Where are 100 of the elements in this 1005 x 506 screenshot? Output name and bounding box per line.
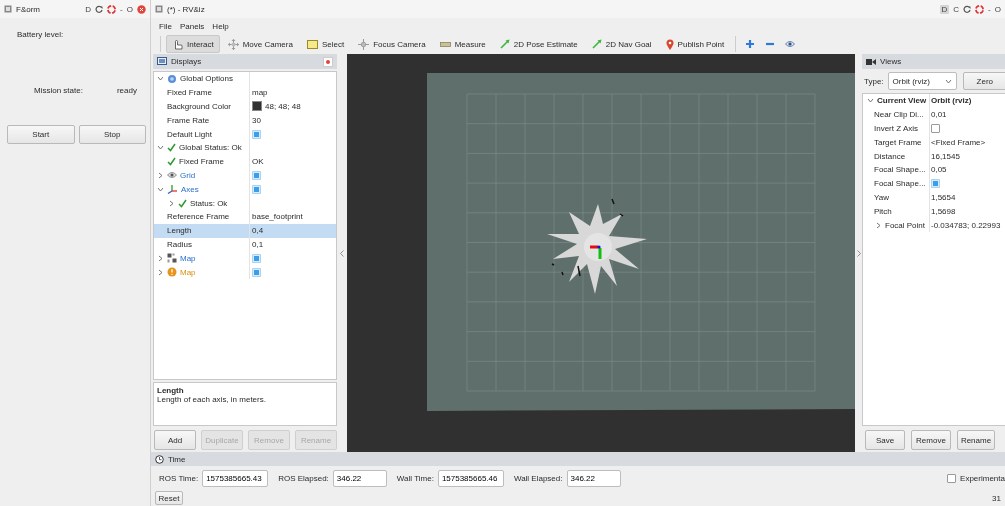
- time-field[interactable]: 346.22: [332, 469, 387, 487]
- tree-value: 30: [252, 115, 261, 125]
- check-icon: [178, 198, 187, 208]
- map-pin-icon: [665, 38, 674, 50]
- tree-row[interactable]: Status: Ok: [154, 196, 336, 210]
- tree-row[interactable]: Yaw 1,5654: [863, 190, 1005, 205]
- tree-row[interactable]: Global Status: Ok: [154, 141, 336, 155]
- tree-row[interactable]: Background Color 48; 48; 48: [154, 99, 336, 114]
- chevron-right-icon[interactable]: [874, 221, 882, 229]
- menu-item[interactable]: Panels: [179, 21, 205, 31]
- menu-item[interactable]: Help: [212, 21, 229, 31]
- tree-row[interactable]: Grid: [154, 168, 336, 183]
- chevron-down-icon[interactable]: [156, 144, 164, 152]
- color-swatch[interactable]: [252, 101, 262, 112]
- window-control[interactable]: D: [85, 4, 92, 14]
- checkbox[interactable]: [252, 184, 261, 194]
- tool-button[interactable]: Publish Point: [659, 35, 731, 53]
- tree-row[interactable]: Invert Z Axis: [863, 121, 1005, 136]
- chevron-down-icon[interactable]: [156, 75, 164, 83]
- window-control[interactable]: O: [994, 4, 1001, 14]
- tree-row[interactable]: Axes: [154, 182, 336, 197]
- tree-label: Map: [180, 253, 196, 263]
- tree-label: Near Clip Di...: [874, 110, 924, 120]
- window-control[interactable]: -: [988, 4, 991, 14]
- tree-row[interactable]: Current View Orbit (rviz): [863, 94, 1005, 108]
- checkbox[interactable]: [931, 179, 940, 189]
- checkbox[interactable]: [931, 124, 940, 133]
- tree-row[interactable]: Focal Point -0.034783; 0.22993: [863, 218, 1005, 232]
- chevron-left-icon[interactable]: [340, 249, 344, 257]
- panel-button[interactable]: Remove: [911, 430, 951, 450]
- hand-pointer-icon: [172, 38, 183, 50]
- axes-icon: [167, 184, 178, 195]
- time-field[interactable]: 1575385665.43: [202, 469, 269, 487]
- refresh-icon[interactable]: [95, 5, 104, 13]
- panel-button[interactable]: Save: [865, 430, 905, 450]
- tree-row[interactable]: Distance 16,1545: [863, 149, 1005, 163]
- time-field[interactable]: 346.22: [566, 469, 621, 487]
- tool-button[interactable]: Focus Camera: [352, 35, 432, 53]
- panel-button[interactable]: Rename: [957, 430, 995, 450]
- tool-button[interactable]: 2D Pose Estimate: [493, 35, 584, 53]
- start-button[interactable]: Start: [7, 125, 75, 144]
- time-field[interactable]: 1575385665.46: [437, 469, 504, 487]
- tree-label: Fixed Frame: [179, 157, 224, 167]
- chevron-down-icon[interactable]: [156, 185, 164, 193]
- window-control[interactable]: -: [120, 4, 123, 14]
- tree-row[interactable]: Focal Shape... 0,05: [863, 163, 1005, 177]
- tree-row[interactable]: Map: [154, 251, 336, 266]
- checkbox[interactable]: [252, 253, 261, 263]
- tree-label: Fixed Frame: [167, 88, 212, 98]
- checkbox[interactable]: [252, 267, 261, 277]
- checkbox[interactable]: [947, 473, 957, 483]
- chevron-right-icon[interactable]: [167, 199, 175, 207]
- tool-button[interactable]: Select: [300, 35, 351, 53]
- tool-button[interactable]: Interact: [166, 35, 220, 53]
- window-title: F&orm: [16, 4, 40, 14]
- chevron-right-icon[interactable]: [156, 254, 164, 262]
- eye-icon[interactable]: [785, 40, 796, 48]
- tree-row[interactable]: Frame Rate 30: [154, 113, 336, 128]
- tree-row[interactable]: Pitch 1,5698: [863, 204, 1005, 219]
- tree-label: Current View: [877, 96, 927, 106]
- refresh-icon[interactable]: [963, 5, 972, 13]
- checkbox[interactable]: [252, 170, 261, 180]
- tool-button[interactable]: Measure: [433, 35, 492, 53]
- chevron-right-icon[interactable]: [156, 268, 164, 276]
- type-dropdown[interactable]: Orbit (rviz): [887, 72, 957, 90]
- lifebuoy-icon[interactable]: [975, 4, 985, 14]
- tree-row[interactable]: Global Options: [154, 72, 336, 86]
- plus-icon[interactable]: [745, 39, 756, 49]
- move-icon: [227, 38, 239, 50]
- 3d-view-drawing[interactable]: [347, 54, 855, 452]
- tree-row[interactable]: Default Light: [154, 127, 336, 141]
- close-icon[interactable]: [137, 4, 146, 14]
- tree-value: 0,01: [931, 110, 947, 120]
- tree-row[interactable]: Near Clip Di... 0,01: [863, 107, 1005, 122]
- tree-row[interactable]: Radius 0,1: [154, 237, 336, 252]
- tree-row[interactable]: Reference Frame base_footprint: [154, 209, 336, 224]
- tree-row[interactable]: Length 0,4: [154, 223, 336, 238]
- tree-value: 16,1545: [931, 151, 960, 161]
- stop-button[interactable]: Stop: [78, 125, 146, 144]
- zero-button[interactable]: Zero: [962, 72, 1005, 90]
- tree-row[interactable]: Fixed Frame map: [154, 85, 336, 100]
- panel-title: Time: [168, 454, 186, 464]
- chevron-right-icon[interactable]: [156, 171, 164, 179]
- lifebuoy-icon[interactable]: [107, 4, 117, 14]
- chevron-down-icon[interactable]: [866, 97, 874, 105]
- tool-button[interactable]: 2D Nav Goal: [585, 35, 658, 53]
- window-control[interactable]: C: [953, 4, 960, 14]
- close-button[interactable]: [323, 56, 333, 67]
- reset-button[interactable]: Reset: [155, 491, 183, 505]
- tree-row[interactable]: Target Frame <Fixed Frame>: [863, 135, 1005, 150]
- tree-row[interactable]: Fixed Frame OK: [154, 154, 336, 169]
- window-control[interactable]: D: [939, 4, 950, 14]
- checkbox[interactable]: [252, 129, 261, 139]
- chevron-right-icon[interactable]: [856, 249, 861, 257]
- tree-row[interactable]: Focal Shape...: [863, 176, 1005, 191]
- panel-button[interactable]: Add: [154, 430, 196, 450]
- menu-item[interactable]: File: [159, 21, 172, 31]
- panel-title: Displays: [171, 57, 202, 66]
- window-control[interactable]: O: [126, 4, 133, 14]
- tool-button[interactable]: Move Camera: [221, 35, 299, 53]
